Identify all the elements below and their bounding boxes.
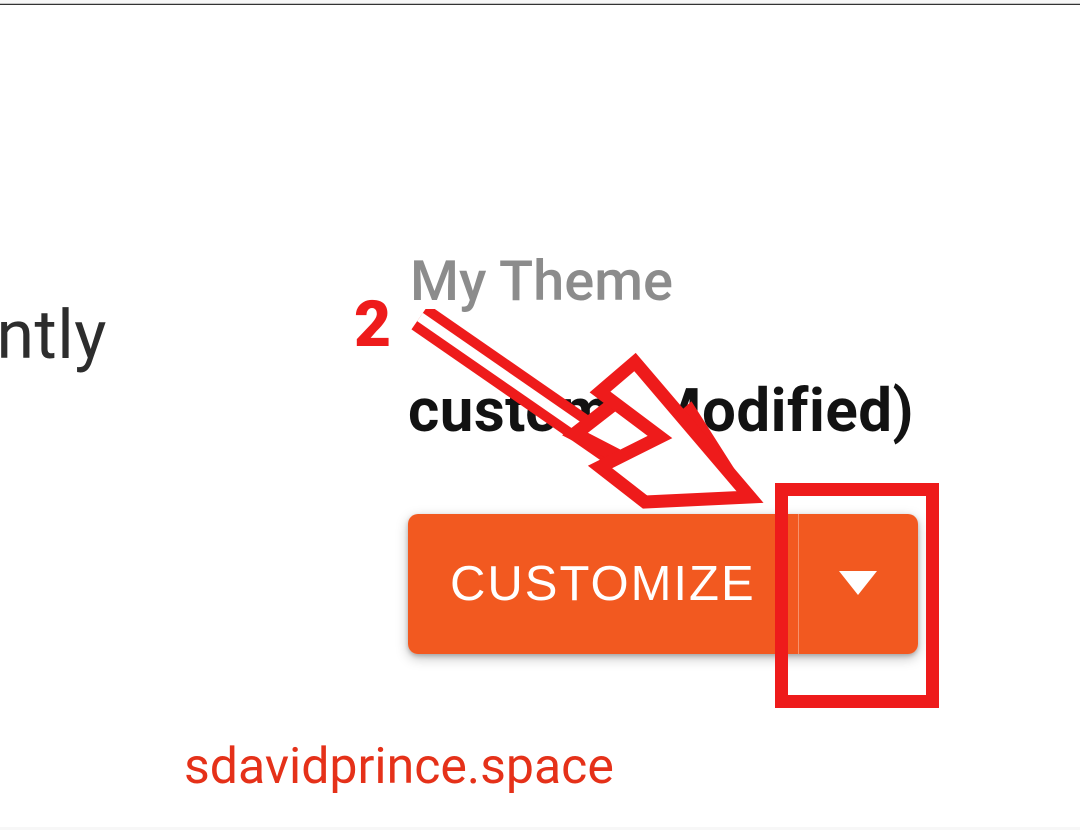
theme-section-title: My Theme — [410, 248, 673, 314]
customize-button-group: CUSTOMIZE — [408, 514, 918, 654]
customize-dropdown-button[interactable] — [798, 514, 918, 654]
theme-name-label: custom (Modified) — [408, 375, 914, 446]
partial-cutoff-text: rently — [0, 295, 107, 375]
customize-button[interactable]: CUSTOMIZE — [408, 514, 798, 654]
annotation-step-number: 2 — [354, 287, 391, 362]
content-card: rently My Theme custom (Modified) CUSTOM… — [0, 4, 1080, 827]
annotation-watermark: sdavidprince.space — [184, 738, 614, 796]
caret-down-icon — [839, 571, 877, 598]
